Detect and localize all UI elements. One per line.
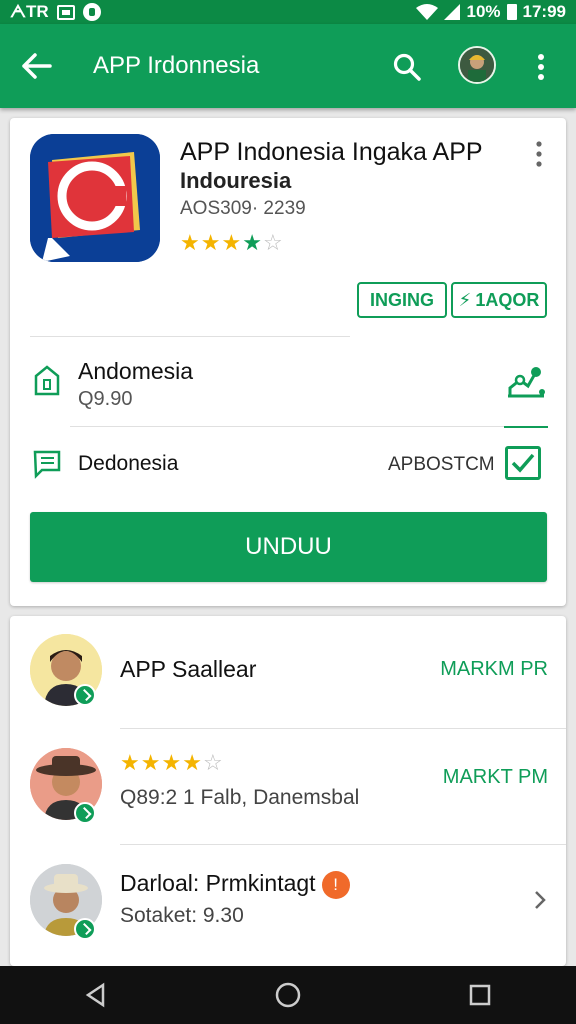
status-carrier-text: ᗅTR xyxy=(10,2,49,21)
shopping-bag-icon xyxy=(34,365,60,396)
tag-button-1[interactable]: INGING xyxy=(357,282,447,318)
star-icon: ★ xyxy=(161,750,183,775)
account-avatar[interactable] xyxy=(458,46,496,84)
install-button[interactable]: UNDUU xyxy=(30,512,547,582)
share-network-icon[interactable] xyxy=(506,362,546,400)
wifi-icon xyxy=(416,4,439,20)
info-row-2-title: Dedonesia xyxy=(78,452,179,475)
battery-percent: 10% xyxy=(466,2,501,21)
list-item-title: Darloal: Prmkintagt! xyxy=(120,870,350,899)
info-row-2-value: APBOSTCM xyxy=(388,454,495,475)
divider xyxy=(70,426,506,427)
nav-home-button[interactable] xyxy=(268,975,308,1015)
status-bar: ᗅTR 10% 17:99 xyxy=(0,0,576,24)
app-developer[interactable]: Indouresia xyxy=(180,168,291,194)
verified-badge-icon xyxy=(74,684,96,706)
checkbox[interactable] xyxy=(505,446,541,480)
info-row-1-subtitle: Q9.90 xyxy=(78,388,133,410)
app-meta: AOS309· 2239 xyxy=(180,198,306,219)
overflow-menu-icon[interactable] xyxy=(530,52,552,82)
list-item-subtitle: Q89:2 1 Falb, Danemsbal xyxy=(120,786,360,809)
list-item-rating-stars: ★★★★☆ xyxy=(120,750,224,776)
signal-icon xyxy=(444,4,461,20)
app-detail-card: APP Indonesia Ingaka APP Indouresia AOS3… xyxy=(10,118,566,606)
chevron-right-icon[interactable] xyxy=(530,886,550,914)
verified-badge-icon xyxy=(74,802,96,824)
app-bar: APP Irdonnesia xyxy=(0,24,576,108)
lightning-icon: ⚡ xyxy=(458,289,472,310)
account-avatar-image xyxy=(460,48,494,82)
star-outline-icon: ☆ xyxy=(262,230,284,255)
star-icon: ★ xyxy=(120,750,141,775)
divider xyxy=(30,336,350,337)
related-list-card: APP Saallear MARKM PR ★★★★☆ Q89:2 1 Falb… xyxy=(10,616,566,966)
app-rating-stars: ★★★★☆ xyxy=(180,230,284,256)
checkmark-icon xyxy=(511,453,535,473)
system-nav-bar xyxy=(0,966,576,1024)
star-icon: ★ xyxy=(180,230,201,255)
list-item-title: APP Saallear xyxy=(120,656,257,682)
divider-accent xyxy=(504,426,548,428)
app-notification-icon xyxy=(82,3,101,21)
list-item-action[interactable]: MARKM PR xyxy=(440,658,548,681)
battery-icon xyxy=(506,4,517,20)
star-icon: ★ xyxy=(242,230,263,255)
home-circle-icon xyxy=(275,982,301,1008)
list-item-subtitle: Sotaket: 9.30 xyxy=(120,904,244,927)
back-triangle-icon xyxy=(85,982,105,1008)
comment-list-icon xyxy=(33,450,61,479)
star-icon: ★ xyxy=(200,230,222,255)
star-icon: ★ xyxy=(221,230,243,255)
star-half-icon: ★ xyxy=(182,750,203,775)
search-icon[interactable] xyxy=(392,52,422,82)
tag-button-2[interactable]: ⚡ 1AQOR xyxy=(451,282,547,318)
star-outline-icon: ☆ xyxy=(202,750,224,775)
info-row-1-title: Andomesia xyxy=(78,358,194,384)
card-overflow-icon[interactable] xyxy=(530,140,548,168)
tag-button-2-label: 1AQOR xyxy=(475,289,540,310)
alert-badge-icon: ! xyxy=(321,870,350,899)
nav-recents-button[interactable] xyxy=(460,975,500,1015)
screenshot-notification-icon xyxy=(56,4,75,20)
nav-back-button[interactable] xyxy=(76,975,116,1015)
app-bar-title: APP Irdonnesia xyxy=(93,52,260,79)
clock: 17:99 xyxy=(522,2,566,21)
list-item-action[interactable]: MARKT PM xyxy=(443,766,548,789)
app-name: APP Indonesia Ingaka APP xyxy=(180,138,483,166)
back-arrow-icon[interactable] xyxy=(20,50,54,82)
app-logo-image xyxy=(30,134,160,262)
divider xyxy=(120,844,566,845)
recents-square-icon xyxy=(469,984,491,1006)
divider xyxy=(120,728,566,729)
app-icon xyxy=(30,134,160,262)
star-icon: ★ xyxy=(140,750,162,775)
verified-badge-icon xyxy=(74,918,96,940)
list-item-title-text: Darloal: Prmkintagt xyxy=(120,870,316,896)
